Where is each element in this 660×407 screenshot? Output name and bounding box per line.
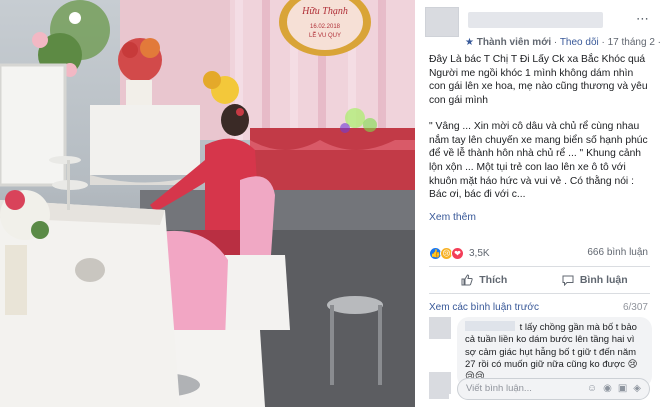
sign-date: 16.02.2018 xyxy=(310,24,341,30)
comment-text: t lấy chồng gần mà bố t bảo cả tuần liền… xyxy=(465,322,638,383)
wedding-scene-illustration: Hữu Thạnh 16.02.2018 LỄ VU QUY xyxy=(0,0,415,407)
current-user-avatar xyxy=(429,379,449,399)
camera-icon[interactable]: ◉ xyxy=(603,383,612,394)
sticker-icon[interactable]: ◈ xyxy=(633,383,641,394)
follow-link[interactable]: Theo dõi xyxy=(560,37,599,48)
post-panel: ⋯ ★ Thành viên mới · Theo dõi · 17 tháng… xyxy=(415,0,660,407)
post-meta: ★ Thành viên mới · Theo dõi · 17 tháng 2… xyxy=(465,37,660,48)
sign-name: Hữu Thạnh xyxy=(301,6,348,17)
comment-placeholder: Viết bình luận... xyxy=(466,383,532,394)
more-options-icon[interactable]: ⋯ xyxy=(636,11,650,27)
post-actions: Thích Bình luận xyxy=(429,266,650,294)
post-body: Đây Là bác T Chị T Đi Lấy Ck xa Bắc Khóc… xyxy=(429,53,650,225)
gif-icon[interactable]: ▣ xyxy=(618,383,627,394)
comment-bubble-icon xyxy=(562,275,574,286)
membership-label: Thành viên mới xyxy=(476,37,552,48)
post-stats: 👍 😢 ❤ 3,5K 666 bình luận xyxy=(429,247,650,263)
view-previous-comments-link[interactable]: Xem các bình luận trước xyxy=(429,302,539,313)
post-photo[interactable]: Hữu Thạnh 16.02.2018 LỄ VU QUY xyxy=(0,0,415,407)
see-more-link[interactable]: Xem thêm xyxy=(429,211,650,225)
emoji-icon[interactable]: ☺ xyxy=(587,383,597,394)
thumbs-up-icon xyxy=(461,274,473,286)
comment-label: Bình luận xyxy=(579,274,628,286)
previous-comments-row: Xem các bình luận trước 6/307 xyxy=(429,302,650,313)
like-button[interactable]: Thích xyxy=(429,267,540,293)
sign-title: LỄ VU QUY xyxy=(309,32,341,39)
post-paragraph-1: Đây Là bác T Chị T Đi Lấy Ck xa Bắc Khóc… xyxy=(429,54,648,107)
new-member-badge-icon: ★ xyxy=(465,37,474,48)
post-paragraph-2: " Vâng ... Xin mời cô dâu và chủ rể cùng… xyxy=(429,120,648,201)
commenter-name-redacted[interactable] xyxy=(465,321,515,331)
comment-count[interactable]: 666 bình luận xyxy=(587,247,648,258)
post-header: ⋯ ★ Thành viên mới · Theo dõi · 17 tháng… xyxy=(425,7,660,51)
love-reaction-icon: ❤ xyxy=(451,247,464,260)
reactions-summary[interactable]: 👍 😢 ❤ 3,5K xyxy=(429,247,490,260)
write-comment-input[interactable]: Viết bình luận... ☺ ◉ ▣ ◈ xyxy=(457,378,650,400)
comment-button[interactable]: Bình luận xyxy=(540,267,651,293)
write-comment-row: Viết bình luận... ☺ ◉ ▣ ◈ xyxy=(429,378,650,400)
author-name-redacted[interactable] xyxy=(468,12,603,28)
commenter-avatar[interactable] xyxy=(429,317,451,339)
comments-page-count: 6/307 xyxy=(622,302,648,313)
comment-input-icons: ☺ ◉ ▣ ◈ xyxy=(587,383,641,394)
post-timestamp[interactable]: 17 tháng 2 xyxy=(608,37,655,48)
author-avatar[interactable] xyxy=(425,7,459,37)
like-label: Thích xyxy=(479,274,508,286)
reaction-count: 3,5K xyxy=(469,248,490,259)
